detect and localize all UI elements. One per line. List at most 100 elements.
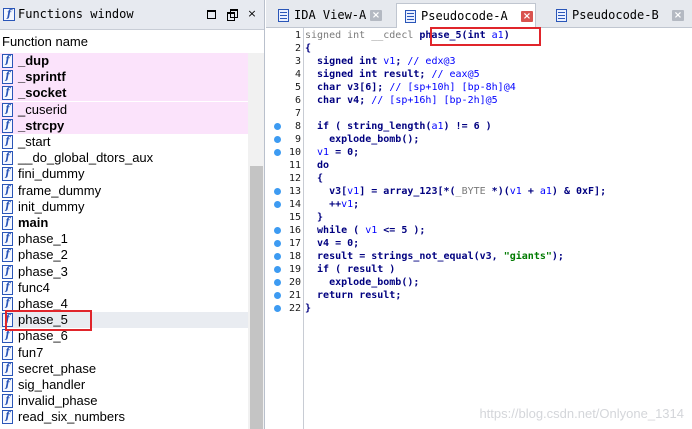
code-token: ) != 6 ) [443, 121, 492, 132]
function-list-item[interactable]: f invalid_phase [0, 393, 248, 409]
breakpoint-dot-icon[interactable] [274, 279, 281, 286]
code-token: if [305, 264, 336, 275]
code-text: if ( result ) [305, 263, 395, 276]
function-list-item[interactable]: f frame_dummy [0, 183, 248, 199]
function-list-item[interactable]: f _strcpy [0, 117, 248, 134]
breakpoint-dot-icon[interactable] [274, 292, 281, 299]
code-line[interactable]: 22} [266, 302, 692, 315]
function-name: init_dummy [18, 198, 85, 214]
code-token: (); [401, 277, 420, 288]
function-list-item[interactable]: f _cuserid [0, 101, 248, 118]
function-list-item[interactable]: f phase_3 [0, 264, 248, 280]
breakpoint-dot-icon[interactable] [274, 201, 281, 208]
tab-ida-view-a[interactable]: IDA View-A × [270, 3, 386, 28]
tab-close-icon[interactable]: × [521, 11, 533, 22]
code-token: result [305, 251, 354, 262]
line-number: 3 [294, 56, 301, 67]
line-number: 15 [288, 212, 301, 223]
functions-window-title: Functions window [18, 7, 134, 21]
disassembly-icon [278, 9, 289, 22]
functions-scrollbar[interactable] [248, 53, 264, 429]
code-line[interactable]: 9 explode_bomb(); [266, 133, 692, 146]
code-line[interactable]: 21 return result; [266, 289, 692, 302]
line-number: 19 [288, 264, 301, 275]
tab-pseudocode-a[interactable]: Pseudocode-A × [396, 3, 536, 28]
function-icon: f [3, 8, 15, 21]
code-line[interactable]: 4 signed int result; // eax@5 [266, 68, 692, 81]
function-list-item[interactable]: f _dup [0, 53, 248, 69]
breakpoint-dot-icon[interactable] [274, 227, 281, 234]
code-line[interactable]: 16 while ( v1 <= 5 ); [266, 224, 692, 237]
tab-pseudocode-b[interactable]: Pseudocode-B × [548, 3, 688, 28]
function-list-item[interactable]: f phase_2 [0, 247, 248, 263]
code-token: ( [335, 264, 348, 275]
pseudocode-view[interactable]: 1 signed int __cdecl phase_5(int a1) 2{3 s… [266, 28, 692, 429]
code-token: explode_bomb [305, 277, 402, 288]
function-icon: f [2, 232, 13, 247]
restore-window-icon[interactable] [205, 8, 217, 20]
function-list-item[interactable]: f _socket [0, 85, 248, 102]
code-token: v3 [479, 251, 492, 262]
breakpoint-dot-icon[interactable] [274, 240, 281, 247]
function-icon: f [2, 135, 13, 149]
function-list-item[interactable]: f read_six_numbers [0, 409, 248, 425]
tab-close-icon[interactable]: × [672, 10, 684, 21]
code-line[interactable]: 12 { [266, 172, 692, 185]
code-line[interactable]: 8 if ( string_length(a1) != 6 ) [266, 120, 692, 133]
code-line[interactable]: 17 v4 = 0; [266, 237, 692, 250]
scrollbar-thumb[interactable] [250, 166, 263, 429]
code-token: array_123 [383, 186, 438, 197]
function-name: main [18, 215, 49, 230]
breakpoint-dot-icon[interactable] [274, 149, 281, 156]
code-line[interactable]: 10 v1 = 0; [266, 146, 692, 159]
code-token: v1 [347, 186, 360, 197]
function-list-item[interactable]: f __do_global_dtors_aux [0, 150, 248, 166]
function-name: fun7 [18, 344, 44, 360]
code-line[interactable]: 5 char v3[6]; // [sp+10h] [bp-8h]@4 [266, 81, 692, 94]
code-token: ( [353, 225, 366, 236]
function-list-item[interactable]: f sig_handler [0, 377, 248, 393]
function-list-item[interactable]: f fun7 [0, 345, 248, 361]
breakpoint-dot-icon[interactable] [274, 188, 281, 195]
code-text: v1 = 0; [305, 146, 359, 159]
line-number: 9 [294, 134, 301, 145]
code-line[interactable]: 18 result = strings_not_equal(v3, "giant… [266, 250, 692, 263]
function-list-item[interactable]: f secret_phase [0, 361, 248, 377]
code-token: string_length [347, 121, 426, 132]
code-line[interactable]: 14 ++v1; [266, 198, 692, 211]
line-number: 5 [294, 82, 301, 93]
code-line[interactable]: 3 signed int v1; // edx@3 [266, 55, 692, 68]
function-list-item[interactable]: f phase_1 [0, 231, 248, 247]
code-line[interactable]: 6 char v4; // [sp+16h] [bp-2h]@5 [266, 94, 692, 107]
code-line[interactable]: 15 } [266, 211, 692, 224]
pseudocode-icon [405, 10, 416, 23]
breakpoint-dot-icon[interactable] [274, 253, 281, 260]
code-token: v1 [383, 56, 396, 67]
code-text: } [305, 302, 311, 315]
breakpoint-dot-icon[interactable] [274, 136, 281, 143]
breakpoint-dot-icon[interactable] [274, 266, 281, 273]
function-list-item[interactable]: f main [0, 215, 248, 231]
function-list-item[interactable]: f init_dummy [0, 199, 248, 215]
function-list-item[interactable]: f func4 [0, 280, 248, 296]
function-icon: f [2, 183, 13, 198]
code-line[interactable]: 20 explode_bomb(); [266, 276, 692, 289]
code-line[interactable]: 7 [266, 107, 692, 120]
code-token: a1 [539, 186, 552, 197]
breakpoint-dot-icon[interactable] [274, 305, 281, 312]
function-icon: f [2, 118, 13, 133]
function-list-item[interactable]: f _start [0, 134, 248, 150]
float-window-icon[interactable] [226, 8, 238, 21]
function-name: func4 [18, 279, 50, 295]
code-line[interactable]: 13 v3[v1] = array_123[*(_BYTE *)(v1 + a1… [266, 185, 692, 198]
code-line[interactable]: 11 do [266, 159, 692, 172]
column-header-function-name[interactable]: Function name [0, 31, 264, 53]
code-token: ; [395, 56, 408, 67]
function-list-item[interactable]: f _sprintf [0, 69, 248, 86]
code-token: "giants" [503, 251, 552, 262]
code-line[interactable]: 19 if ( result ) [266, 263, 692, 276]
breakpoint-dot-icon[interactable] [274, 123, 281, 130]
function-list-item[interactable]: f fini_dummy [0, 166, 248, 182]
tab-close-icon[interactable]: × [370, 10, 382, 21]
close-icon[interactable]: × [246, 8, 258, 20]
